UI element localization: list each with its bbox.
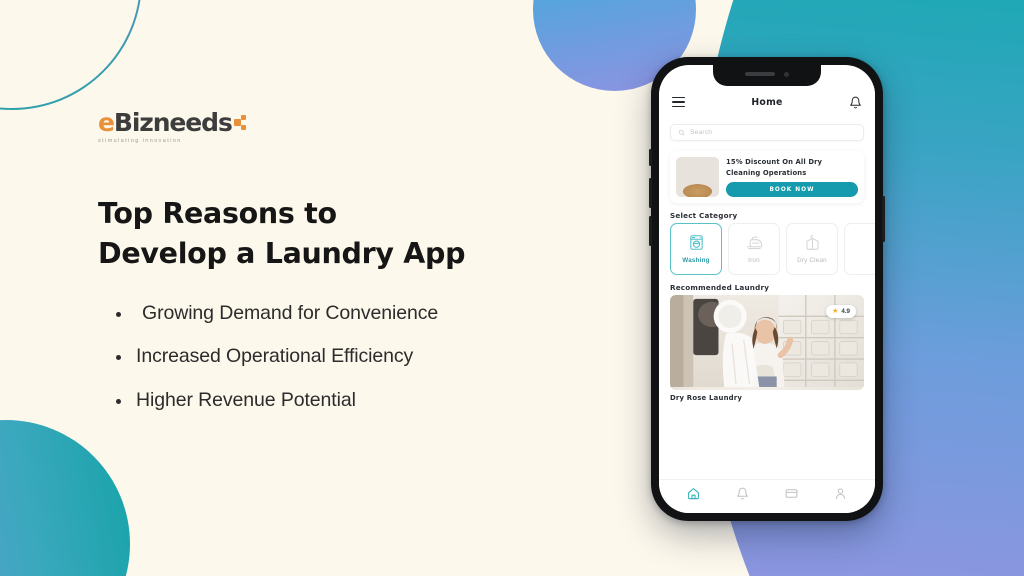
earpiece-speaker bbox=[745, 72, 775, 76]
list-item: Growing Demand for Convenience bbox=[98, 301, 528, 324]
brand-logo: eBizneeds stimulating innovation bbox=[98, 108, 246, 144]
app-title: Home bbox=[751, 96, 783, 108]
bullet-label-2: Increased Operational Efficiency bbox=[136, 345, 414, 368]
star-icon: ★ bbox=[832, 308, 839, 315]
logo-prefix: e bbox=[98, 108, 115, 137]
search-placeholder: Search bbox=[690, 129, 713, 136]
category-label-iron: Iron bbox=[748, 257, 760, 264]
phone-notch bbox=[713, 65, 821, 86]
phone-mockup: Home Search 15% Discount On All Dry Clea… bbox=[649, 57, 885, 521]
bottom-navigation-bar bbox=[659, 479, 875, 513]
logo-tagline: stimulating innovation bbox=[98, 138, 182, 144]
phone-power-button[interactable] bbox=[882, 196, 885, 242]
rating-badge: ★ 4.9 bbox=[826, 305, 856, 318]
recommended-title: Recommended Laundry bbox=[670, 283, 770, 292]
headline-line-2: Develop a Laundry App bbox=[98, 237, 466, 271]
logo-wordmark: eBizneeds bbox=[98, 108, 246, 137]
category-row: Washing Iron Dry Clean bbox=[670, 223, 875, 275]
phone-volume-down-button[interactable] bbox=[649, 216, 652, 246]
phone-volume-up-button[interactable] bbox=[649, 178, 652, 208]
rating-value: 4.9 bbox=[841, 308, 850, 315]
bell-icon[interactable] bbox=[849, 96, 862, 109]
select-category-title: Select Category bbox=[670, 211, 738, 220]
search-icon bbox=[678, 129, 685, 136]
category-card-washing[interactable]: Washing bbox=[670, 223, 722, 275]
bell-icon bbox=[737, 487, 748, 500]
nav-item-home[interactable] bbox=[686, 486, 701, 501]
category-card-partial[interactable] bbox=[844, 223, 875, 275]
category-label-dry-clean: Dry Clean bbox=[797, 257, 827, 264]
shirt-hanger-icon bbox=[805, 235, 819, 250]
promo-text: 15% Discount On All Dry Cleaning Operati… bbox=[726, 158, 823, 177]
reasons-list: Growing Demand for Convenience Increased… bbox=[98, 301, 528, 411]
page-title: Top Reasons to Develop a Laundry App bbox=[98, 194, 528, 275]
left-content-column: eBizneeds stimulating innovation Top Rea… bbox=[98, 110, 528, 434]
person-icon bbox=[835, 488, 846, 499]
list-item: Increased Operational Efficiency bbox=[98, 347, 528, 367]
front-camera bbox=[784, 71, 789, 77]
home-icon bbox=[688, 488, 699, 500]
recommended-laundry-name: Dry Rose Laundry bbox=[670, 394, 743, 402]
phone-screen: Home Search 15% Discount On All Dry Clea… bbox=[659, 65, 875, 513]
phone-mute-switch[interactable] bbox=[649, 149, 652, 166]
nav-item-profile[interactable] bbox=[833, 486, 848, 501]
background-circle-bottom-left bbox=[0, 420, 130, 576]
promo-banner[interactable]: 15% Discount On All Dry Cleaning Operati… bbox=[670, 151, 864, 203]
bullet-label-1: Growing Demand for Convenience bbox=[142, 301, 439, 324]
logo-text: eBizneeds bbox=[98, 108, 233, 137]
category-label-washing: Washing bbox=[682, 257, 710, 264]
recommended-card[interactable]: ★ 4.9 bbox=[670, 295, 864, 390]
logo-name: Bizneeds bbox=[113, 108, 233, 137]
search-input[interactable]: Search bbox=[670, 124, 864, 141]
category-card-iron[interactable]: Iron bbox=[728, 223, 780, 275]
bullet-label-3: Higher Revenue Potential bbox=[136, 388, 356, 411]
nav-item-notifications[interactable] bbox=[735, 486, 750, 501]
nav-item-payments[interactable] bbox=[784, 486, 799, 501]
laundry-basket-photo bbox=[676, 157, 719, 197]
promo-content: 15% Discount On All Dry Cleaning Operati… bbox=[726, 157, 858, 197]
washing-machine-icon bbox=[689, 235, 703, 250]
card-icon bbox=[785, 489, 798, 498]
app-header: Home bbox=[659, 86, 875, 118]
category-card-dry-clean[interactable]: Dry Clean bbox=[786, 223, 838, 275]
hamburger-menu-icon[interactable] bbox=[672, 96, 685, 108]
background-arc-top-left bbox=[0, 0, 142, 110]
list-item: Higher Revenue Potential bbox=[98, 388, 528, 411]
book-now-button[interactable]: BOOK NOW bbox=[726, 182, 858, 197]
iron-icon bbox=[746, 236, 762, 250]
slide-canvas: eBizneeds stimulating innovation Top Rea… bbox=[0, 0, 1024, 576]
headline-line-1: Top Reasons to bbox=[98, 197, 337, 230]
